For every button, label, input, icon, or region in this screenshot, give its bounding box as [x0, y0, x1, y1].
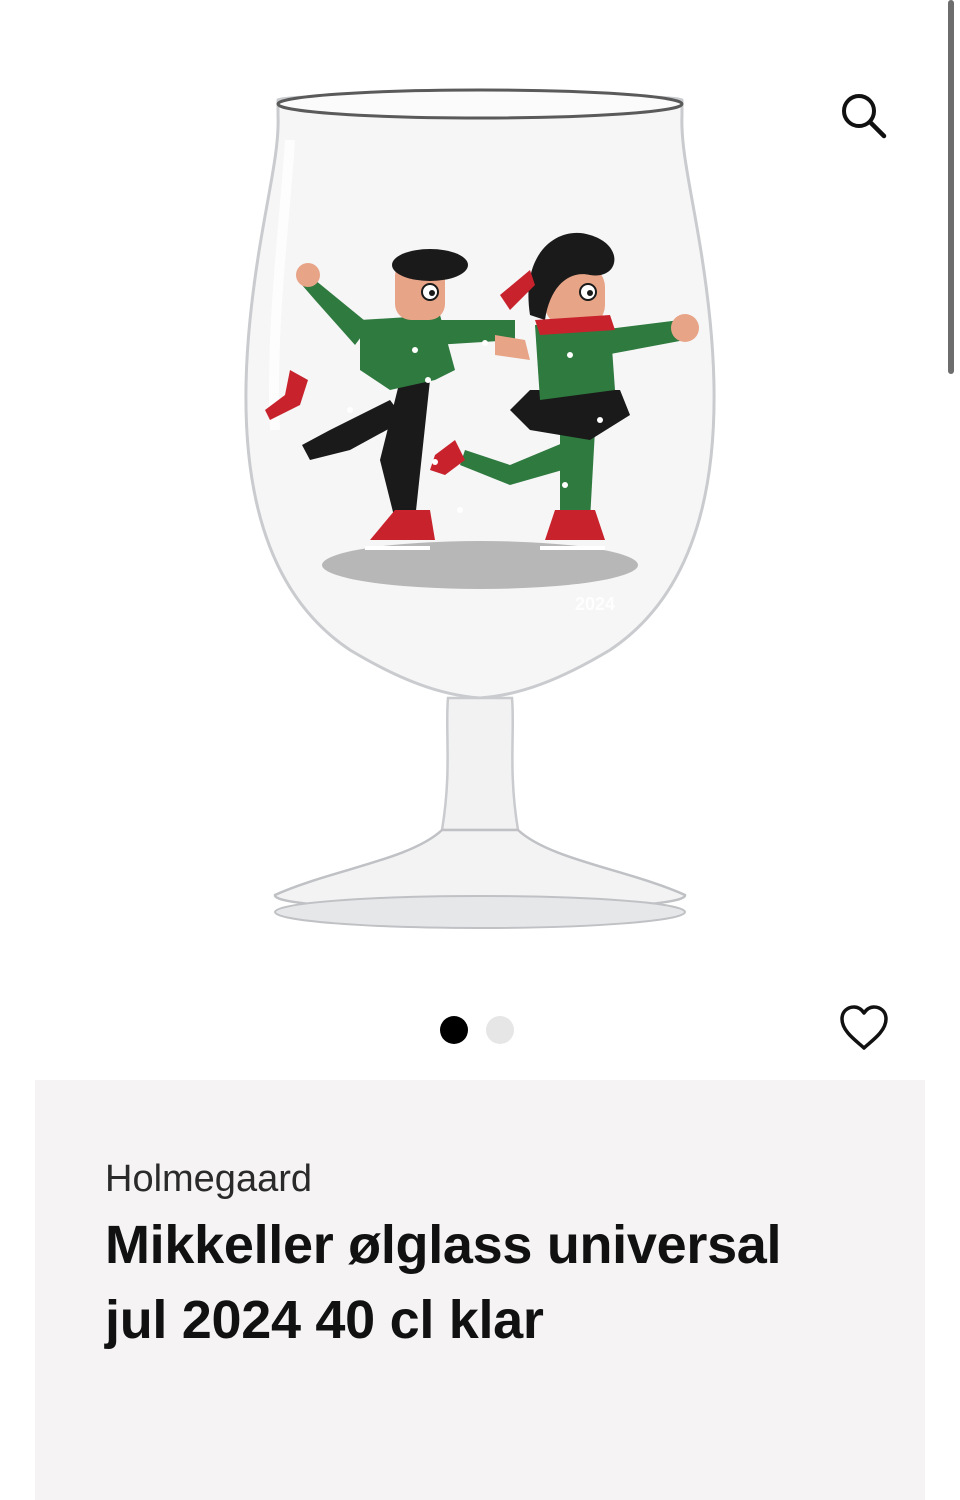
search-icon	[842, 94, 887, 139]
scrollbar[interactable]	[948, 0, 954, 374]
carousel-dot-1[interactable]	[440, 1016, 468, 1044]
carousel-dots	[440, 1016, 514, 1044]
product-brand[interactable]: Holmegaard	[105, 1158, 312, 1201]
search-button[interactable]	[832, 84, 896, 148]
product-image: 2024	[244, 88, 716, 929]
product-gallery[interactable]: 2024	[0, 0, 960, 1070]
carousel-dot-2[interactable]	[486, 1016, 514, 1044]
product-info-card: Holmegaard Mikkeller ølglass universal j…	[35, 1080, 925, 1500]
product-title: Mikkeller ølglass universal jul 2024 40 …	[105, 1215, 782, 1350]
favorite-button[interactable]	[832, 996, 896, 1060]
glass-year-print: 2024	[575, 594, 615, 614]
heart-icon	[840, 1005, 888, 1050]
